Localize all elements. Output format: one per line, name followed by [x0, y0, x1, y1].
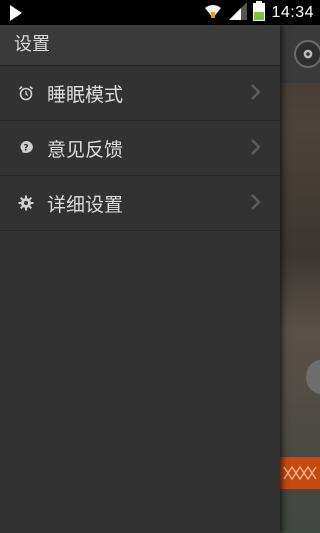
drawer-title: 设置 — [0, 25, 280, 66]
menu-item-label: 意见反馈 — [47, 138, 124, 161]
menu-item-label: 睡眠模式 — [47, 83, 124, 106]
screen: 14:34 设置 睡眠模式 ? 意见反馈 详细设置 — [0, 0, 320, 533]
wifi-icon — [203, 2, 223, 24]
navigation-drawer: 设置 睡眠模式 ? 意见反馈 详细设置 — [0, 25, 280, 533]
chevron-right-icon — [250, 139, 261, 159]
chevron-right-icon — [250, 84, 261, 104]
menu-item-detailed-settings[interactable]: 详细设置 — [0, 176, 280, 231]
gear-icon — [18, 195, 34, 211]
play-notification-icon — [10, 5, 22, 21]
signal-icon — [229, 1, 248, 24]
settings-gear-icon[interactable] — [294, 40, 320, 68]
chevron-right-icon — [250, 194, 261, 214]
menu-item-label: 详细设置 — [47, 193, 124, 216]
status-time: 14:34 — [271, 3, 314, 21]
status-bar: 14:34 — [0, 0, 320, 25]
alarm-clock-icon — [18, 85, 34, 101]
menu-item-sleep-mode[interactable]: 睡眠模式 — [0, 66, 280, 121]
orange-banner[interactable] — [280, 457, 320, 489]
status-icons: 14:34 — [203, 0, 314, 25]
menu-item-feedback[interactable]: ? 意见反馈 — [0, 121, 280, 176]
question-icon: ? — [18, 140, 34, 156]
svg-text:?: ? — [23, 144, 28, 154]
battery-icon — [253, 0, 266, 25]
